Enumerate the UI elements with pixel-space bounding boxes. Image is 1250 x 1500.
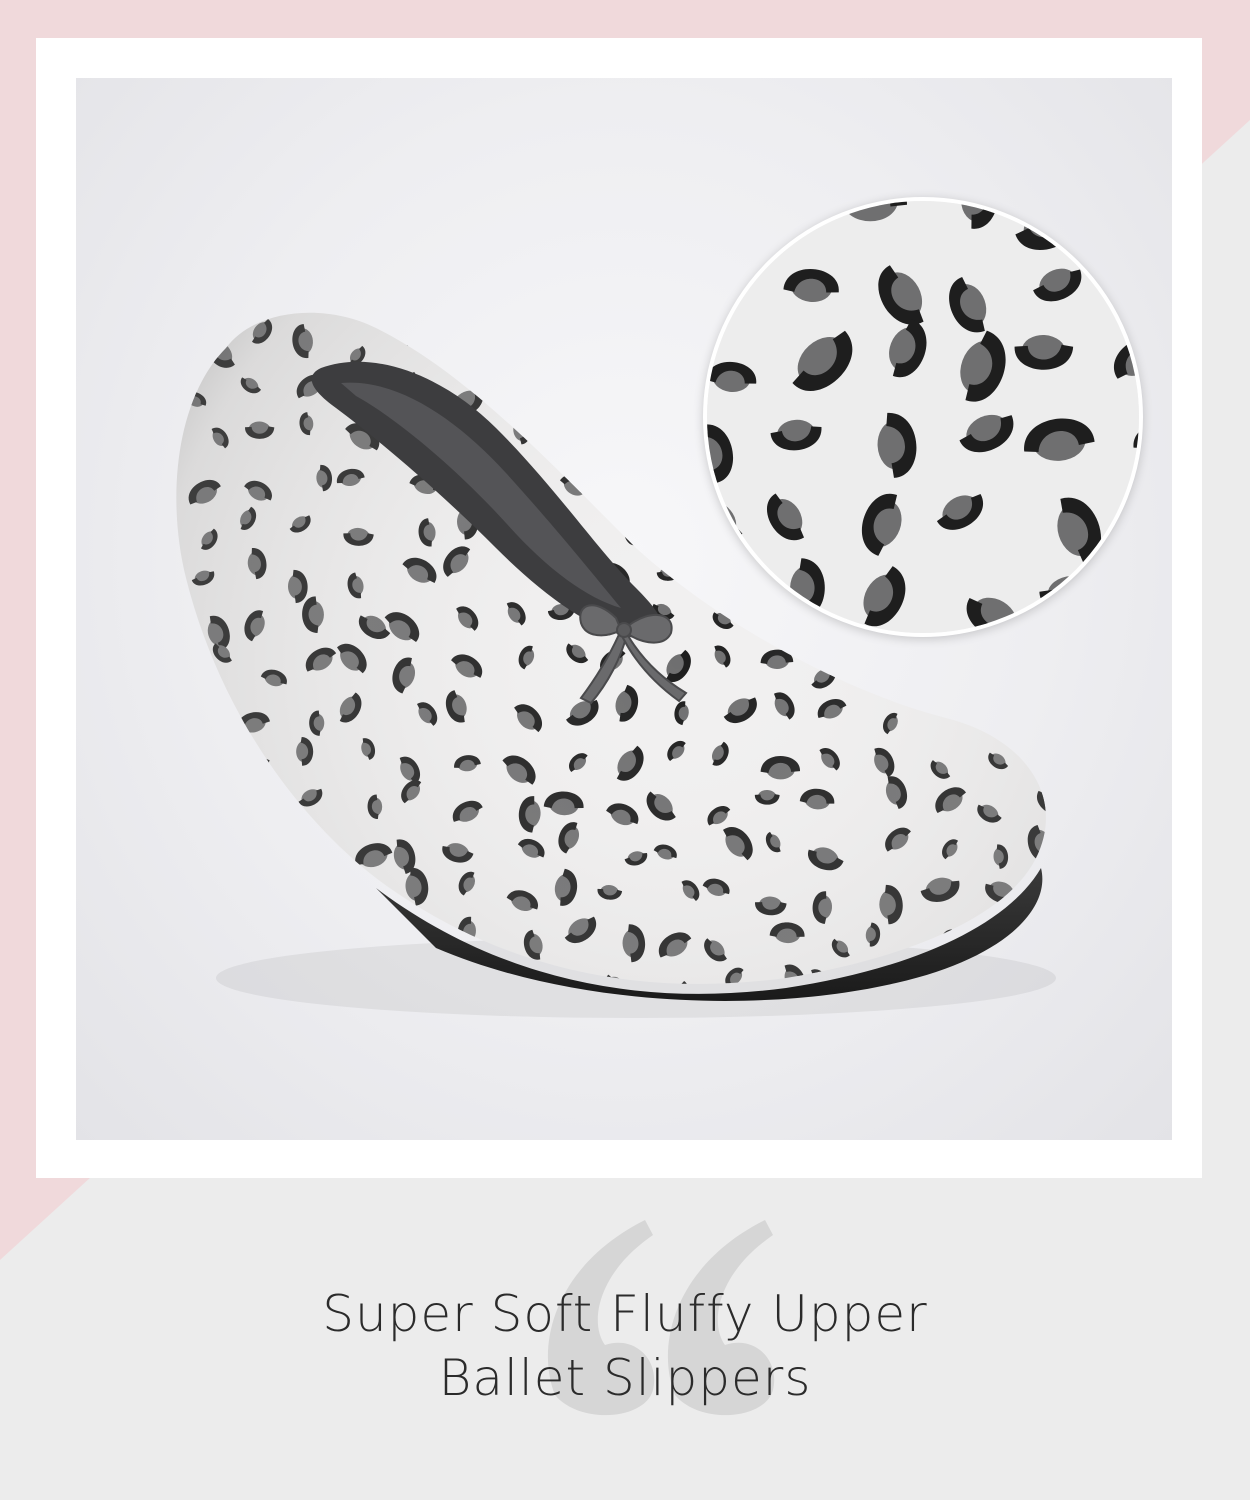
leopard-spot <box>128 335 169 365</box>
caption-line-1: Super Soft Fluffy Upper <box>322 1285 928 1343</box>
leopard-spot <box>204 983 225 1010</box>
leopard-spot <box>127 566 165 599</box>
leopard-spot <box>654 324 678 339</box>
leopard-spot <box>212 921 228 945</box>
leopard-spot <box>147 465 173 492</box>
leopard-spot <box>545 318 568 352</box>
leopard-spot <box>931 642 968 666</box>
fabric-closeup-circle <box>703 197 1143 637</box>
leopard-spot <box>297 842 319 878</box>
leopard-spot <box>450 344 482 365</box>
leopard-spot <box>352 279 386 301</box>
leopard-spot <box>132 977 163 1006</box>
leopard-spot <box>143 691 167 729</box>
leopard-spot <box>385 270 428 300</box>
leopard-spot <box>357 915 381 942</box>
leopard-spot <box>561 387 584 420</box>
leopard-spot <box>972 642 999 670</box>
leopard-spot <box>188 849 213 864</box>
leopard-spot <box>239 874 261 911</box>
leopard-spot <box>284 920 319 945</box>
leopard-spot <box>937 695 963 711</box>
leopard-spot <box>126 510 160 534</box>
leopard-spot <box>148 287 164 312</box>
leopard-spot <box>176 829 178 845</box>
leopard-spot <box>878 665 899 687</box>
leopard-spot <box>129 920 158 942</box>
leopard-spot <box>351 883 370 911</box>
leopard-spot <box>183 736 220 758</box>
leopard-spot <box>148 379 177 410</box>
caption-line-2: Ballet Slippers <box>438 1349 812 1407</box>
leopard-spot <box>252 937 284 957</box>
leopard-spot <box>176 593 179 620</box>
leopard-spot <box>307 271 329 304</box>
leopard-spot <box>678 422 693 446</box>
leopard-spot <box>988 684 1007 714</box>
leopard-spot <box>1024 941 1046 964</box>
leopard-spot <box>176 418 179 439</box>
leopard-spot <box>140 869 177 911</box>
leopard-spot <box>504 381 537 408</box>
leopard-spot <box>445 312 471 316</box>
caption: Super Soft Fluffy Upper Ballet Slippers <box>0 1282 1250 1410</box>
leopard-spot <box>646 514 681 538</box>
leopard-spot <box>261 798 280 828</box>
leopard-spot <box>1030 665 1046 689</box>
leopard-spot <box>203 868 225 905</box>
leopard-spot <box>658 282 685 305</box>
leopard-spot <box>672 459 688 483</box>
leopard-spot <box>195 783 217 801</box>
leopard-spot <box>553 312 572 326</box>
leopard-spot <box>512 312 529 316</box>
leopard-spot <box>252 281 273 311</box>
leopard-spot <box>209 705 224 729</box>
leopard-spot <box>311 868 335 908</box>
leopard-spot <box>619 341 637 367</box>
leopard-spot <box>603 367 643 393</box>
leopard-spot <box>616 280 634 307</box>
leopard-spot <box>133 751 166 773</box>
leopard-spot <box>568 425 590 447</box>
leopard-spot <box>669 370 691 406</box>
leopard-spot <box>237 839 261 874</box>
leopard-spot <box>1043 705 1066 732</box>
leopard-spot <box>176 787 179 821</box>
leopard-spot <box>593 472 625 490</box>
leopard-spot <box>137 656 167 695</box>
leopard-spot <box>622 437 650 456</box>
leopard-spot <box>498 332 521 371</box>
leopard-spot <box>193 285 220 311</box>
